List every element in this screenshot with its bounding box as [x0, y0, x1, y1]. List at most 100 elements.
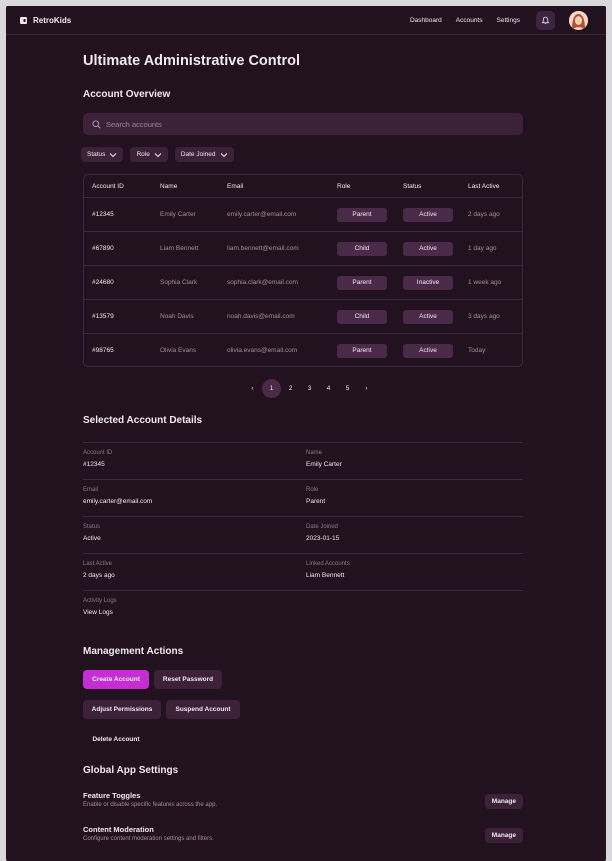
- details-row: Account ID #12345 Name Emily Carter: [83, 442, 523, 479]
- page-2-button[interactable]: 2: [281, 379, 300, 398]
- suspend-account-button[interactable]: Suspend Account: [166, 700, 240, 719]
- detail-label: Status: [83, 524, 101, 530]
- accounts-table: Account ID Name Email Role Status Last A…: [83, 174, 523, 367]
- nav-settings[interactable]: Settings: [497, 17, 521, 24]
- nav-accounts[interactable]: Accounts: [456, 17, 483, 24]
- account-id: #12345: [92, 211, 114, 218]
- setting-feature-toggles: Feature Toggles Enable or disable specif…: [83, 791, 523, 815]
- detail-linked-accounts: Linked Accounts Liam Bennett: [306, 561, 350, 579]
- role-badge: Child: [337, 309, 387, 324]
- column-header[interactable]: Email: [227, 175, 243, 197]
- account-name: Emily Carter: [160, 211, 196, 218]
- status-badge: Active: [403, 241, 453, 256]
- notifications-button[interactable]: [536, 11, 555, 30]
- filter-bar: Status Role Date Joined: [81, 147, 234, 162]
- detail-label: Email: [83, 487, 99, 493]
- bell-icon: [541, 16, 550, 24]
- page-1-button[interactable]: 1: [262, 379, 281, 398]
- account-id: #67890: [92, 245, 114, 252]
- table-row[interactable]: #67890 Liam Bennett liam.bennett@email.c…: [84, 231, 522, 265]
- filter-status[interactable]: Status: [81, 147, 124, 162]
- page-3-button[interactable]: 3: [300, 379, 319, 398]
- app-window: RetroKids Dashboard Accounts Settings Ul…: [6, 6, 606, 861]
- adjust-permissions-button[interactable]: Adjust Permissions: [83, 700, 161, 719]
- last-active: 3 days ago: [468, 313, 500, 320]
- account-id: #13579: [92, 313, 114, 320]
- table-row[interactable]: #24680 Sophia Clark sophia.clark@email.c…: [84, 265, 522, 299]
- column-header[interactable]: Name: [160, 175, 177, 197]
- prev-page-button[interactable]: ‹: [243, 379, 262, 398]
- details-row: Status Active Date Joined 2023-01-15: [83, 516, 523, 553]
- top-nav: Dashboard Accounts Settings: [410, 6, 606, 35]
- column-header[interactable]: Status: [403, 175, 421, 197]
- manage-content-moderation-button[interactable]: Manage: [484, 828, 523, 843]
- app-name: RetroKids: [33, 15, 72, 25]
- table-row[interactable]: #12345 Emily Carter emily.carter@email.c…: [84, 197, 522, 231]
- detail-value: Emily Carter: [306, 461, 342, 468]
- detail-label: Account ID: [83, 450, 113, 456]
- chevron-down-icon: [110, 152, 117, 157]
- view-logs-link[interactable]: View Logs: [83, 609, 117, 616]
- account-id: #98765: [92, 347, 114, 354]
- setting-title: Content Moderation: [83, 825, 154, 834]
- table-header: Account ID Name Email Role Status Last A…: [84, 175, 522, 197]
- details-row: Last Active 2 days ago Linked Accounts L…: [83, 553, 523, 590]
- role-badge: Parent: [337, 343, 387, 358]
- detail-account-id: Account ID #12345: [83, 450, 112, 468]
- detail-email: Email emily.carter@email.com: [83, 487, 152, 505]
- last-active: 2 days ago: [468, 211, 500, 218]
- column-header[interactable]: Last Active: [468, 175, 499, 197]
- role-badge: Parent: [337, 207, 387, 222]
- page-title: Ultimate Administrative Control: [83, 53, 300, 69]
- filter-label: Date Joined: [180, 151, 216, 158]
- table-row[interactable]: #13579 Noah Davis noah.davis@email.com C…: [84, 299, 522, 333]
- column-header[interactable]: Role: [337, 175, 350, 197]
- account-name: Olivia Evans: [160, 347, 197, 354]
- detail-status: Status Active: [83, 524, 101, 542]
- filter-role[interactable]: Role: [130, 147, 168, 162]
- filter-label: Role: [136, 151, 150, 158]
- manage-feature-toggles-button[interactable]: Manage: [484, 794, 523, 809]
- setting-content-moderation: Content Moderation Configure content mod…: [83, 825, 523, 849]
- detail-label: Role: [306, 487, 319, 493]
- details-row: Activity Logs View Logs: [83, 590, 523, 627]
- detail-value: 2 days ago: [83, 572, 115, 579]
- avatar[interactable]: [569, 11, 588, 30]
- detail-label: Date Joined: [306, 524, 339, 530]
- global-settings-heading: Global App Settings: [83, 765, 179, 776]
- detail-date-joined: Date Joined 2023-01-15: [306, 524, 339, 542]
- account-name: Sophia Clark: [160, 279, 198, 286]
- search-box[interactable]: [83, 113, 523, 135]
- page-5-button[interactable]: 5: [338, 379, 357, 398]
- detail-value[interactable]: Liam Bennett: [306, 572, 350, 579]
- detail-last-active: Last Active 2 days ago: [83, 561, 115, 579]
- details-heading: Selected Account Details: [83, 415, 203, 426]
- last-active: Today: [468, 347, 486, 354]
- chevron-down-icon: [154, 152, 162, 157]
- details-row: Email emily.carter@email.com Role Parent: [83, 479, 523, 516]
- next-page-button[interactable]: ›: [357, 379, 376, 398]
- account-email: sophia.clark@email.com: [227, 279, 298, 286]
- account-name: Liam Bennett: [160, 245, 199, 252]
- detail-label: Last Active: [83, 561, 113, 567]
- setting-description: Configure content moderation settings an…: [83, 836, 214, 842]
- account-email: noah.davis@email.com: [227, 313, 295, 320]
- logo-icon: [20, 16, 27, 24]
- column-header[interactable]: Account ID: [92, 175, 124, 197]
- page-4-button[interactable]: 4: [319, 379, 338, 398]
- filter-date-joined[interactable]: Date Joined: [174, 147, 234, 162]
- create-account-button[interactable]: Create Account: [83, 670, 149, 689]
- table-row[interactable]: #98765 Olivia Evans olivia.evans@email.c…: [84, 333, 522, 366]
- detail-label: Activity Logs: [83, 598, 117, 604]
- status-badge: Active: [403, 207, 453, 222]
- reset-password-button[interactable]: Reset Password: [154, 670, 222, 689]
- account-email: olivia.evans@email.com: [227, 347, 298, 354]
- search-input[interactable]: [106, 119, 486, 129]
- chevron-down-icon: [220, 152, 227, 157]
- setting-title: Feature Toggles: [83, 791, 141, 800]
- brand[interactable]: RetroKids: [20, 16, 71, 25]
- delete-account-button[interactable]: Delete Account: [83, 730, 149, 749]
- status-badge: Active: [403, 343, 453, 358]
- nav-dashboard[interactable]: Dashboard: [410, 17, 442, 24]
- detail-name: Name Emily Carter: [306, 450, 342, 468]
